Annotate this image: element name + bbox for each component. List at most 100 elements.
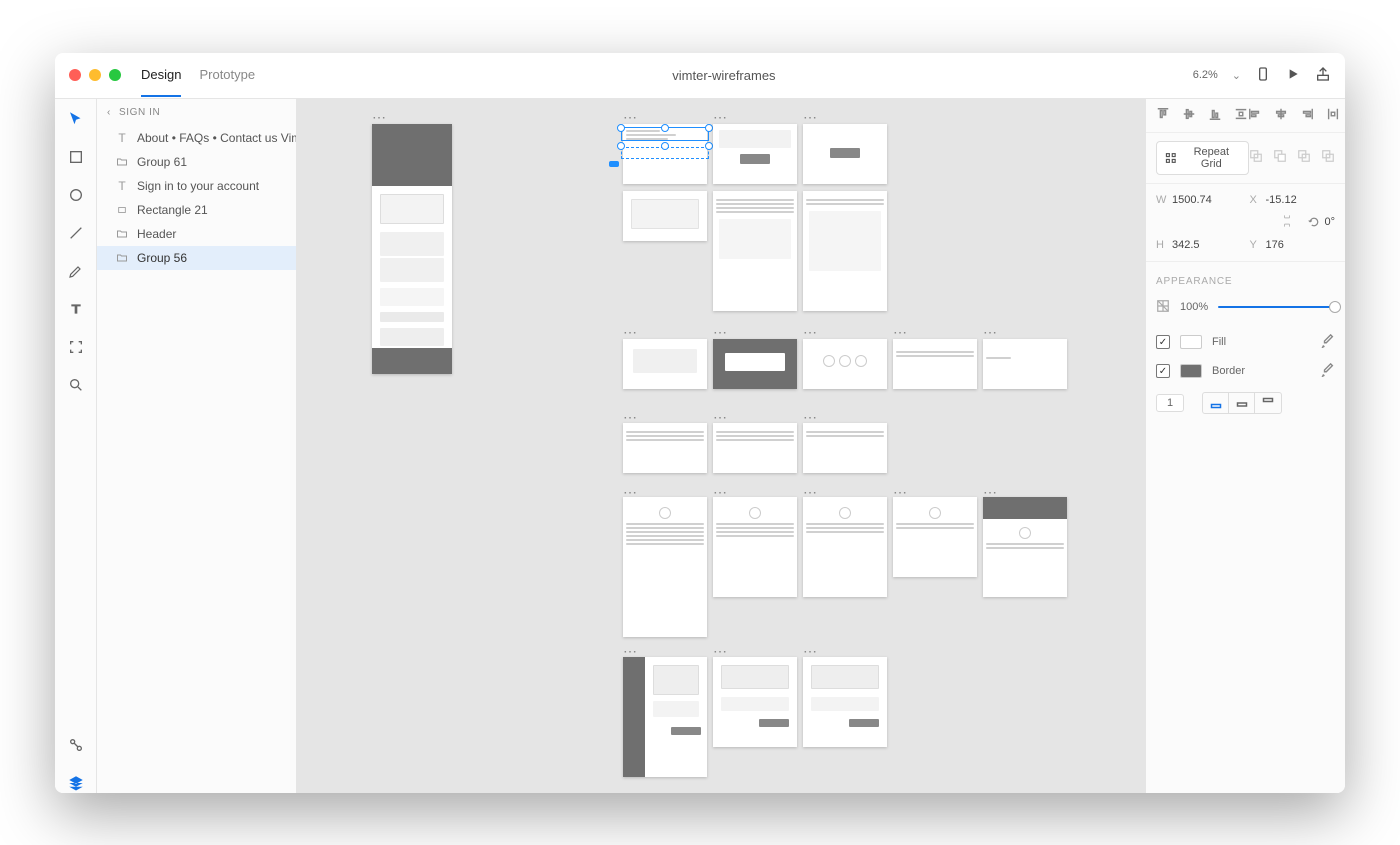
layers-panel-icon[interactable] [66,773,86,793]
align-vcenter-icon[interactable] [1182,107,1196,124]
align-bottom-icon[interactable] [1208,107,1222,124]
device-preview-icon[interactable] [1255,66,1271,85]
layer-item-selected[interactable]: Group 56 [97,246,296,270]
repeat-grid-button[interactable]: Repeat Grid [1156,141,1249,175]
artboard[interactable] [623,423,707,473]
selection-handle[interactable] [661,142,669,150]
layer-label: Group 56 [137,251,187,265]
layer-item[interactable]: Header [97,222,296,246]
select-tool-icon[interactable] [66,109,86,129]
align-hcenter-icon[interactable] [1274,107,1288,124]
zoom-dropdown-icon[interactable]: ⌄ [1232,69,1241,82]
artboard-tool-icon[interactable] [66,337,86,357]
canvas[interactable]: ⋯ ⋯ [297,99,1145,793]
artboard[interactable] [623,191,707,241]
selection-handle[interactable] [705,124,713,132]
opacity-slider[interactable] [1218,306,1335,308]
distribute-h-icon[interactable] [1326,107,1340,124]
close-window-button[interactable] [69,69,81,81]
eyedropper-icon[interactable] [1321,363,1335,380]
artboard[interactable] [623,657,707,777]
share-icon[interactable] [1315,66,1331,85]
width-field[interactable]: W1500.74 [1156,194,1242,206]
lock-aspect-icon[interactable] [1282,214,1292,231]
align-left-icon[interactable] [1248,107,1262,124]
stroke-width-input[interactable]: 1 [1156,394,1184,412]
boolean-exclude-icon[interactable] [1321,149,1335,166]
artboard[interactable] [803,124,887,184]
minimize-window-button[interactable] [89,69,101,81]
eyedropper-icon[interactable] [1321,334,1335,351]
artboard[interactable] [372,124,452,374]
pen-tool-icon[interactable] [66,261,86,281]
align-right-icon[interactable] [1300,107,1314,124]
zoom-level[interactable]: 6.2% [1193,69,1218,81]
x-field[interactable]: X-15.12 [1250,194,1336,206]
document-title: vimter-wireframes [265,68,1183,83]
layer-item[interactable]: Group 61 [97,150,296,174]
border-checkbox[interactable] [1156,364,1170,378]
artboard[interactable] [803,423,887,473]
artboard[interactable] [803,191,887,311]
layer-item[interactable]: T About • FAQs • Contact us Vimt... [97,126,296,150]
artboard[interactable] [713,124,797,184]
opacity-value[interactable]: 100% [1180,301,1208,313]
stroke-inner-icon[interactable] [1203,393,1229,413]
text-tool-icon[interactable] [66,299,86,319]
selection-handle[interactable] [617,124,625,132]
selection-handle[interactable] [617,142,625,150]
layers-breadcrumb[interactable]: ‹ SIGN IN [97,99,296,126]
artboard[interactable] [713,423,797,473]
artboard[interactable] [623,497,707,637]
artboard[interactable] [713,191,797,311]
artboard[interactable] [713,497,797,597]
text-layer-icon: T [115,179,129,193]
boolean-union-icon[interactable] [1249,149,1263,166]
layer-item[interactable]: T Sign in to your account [97,174,296,198]
rectangle-tool-icon[interactable] [66,147,86,167]
align-top-icon[interactable] [1156,107,1170,124]
y-field[interactable]: Y176 [1250,239,1336,251]
appearance-heading: APPEARANCE [1146,262,1345,293]
inspector-panel: Repeat Grid W1500.74 X-15.12 [1145,99,1345,793]
artboard[interactable] [893,339,977,389]
border-label: Border [1212,365,1245,377]
artboard[interactable] [803,497,887,597]
selection-handle[interactable] [705,142,713,150]
distribute-v-icon[interactable] [1234,107,1248,124]
layer-label: About • FAQs • Contact us Vimt... [137,131,296,145]
artboard[interactable] [893,497,977,577]
height-field[interactable]: H342.5 [1156,239,1242,251]
artboard[interactable] [983,497,1067,597]
rotate-icon[interactable]: 0° [1308,216,1335,228]
stroke-center-icon[interactable] [1229,393,1255,413]
stroke-outer-icon[interactable] [1255,393,1281,413]
border-swatch[interactable] [1180,364,1202,378]
fill-checkbox[interactable] [1156,335,1170,349]
tab-prototype[interactable]: Prototype [199,67,255,97]
fill-swatch[interactable] [1180,335,1202,349]
boolean-intersect-icon[interactable] [1297,149,1311,166]
boolean-subtract-icon[interactable] [1273,149,1287,166]
zoom-tool-icon[interactable] [66,375,86,395]
tab-design[interactable]: Design [141,67,181,97]
assets-panel-icon[interactable] [66,735,86,755]
layer-item[interactable]: Rectangle 21 [97,198,296,222]
back-chevron-icon[interactable]: ‹ [107,107,111,118]
artboard[interactable] [803,657,887,747]
artboard[interactable] [713,339,797,389]
artboard[interactable] [713,657,797,747]
line-tool-icon[interactable] [66,223,86,243]
fill-label: Fill [1212,336,1226,348]
zoom-window-button[interactable] [109,69,121,81]
tool-sidebar [55,99,97,793]
selection-handle[interactable] [661,124,669,132]
layer-label: Group 61 [137,155,187,169]
artboard[interactable] [983,339,1067,389]
play-preview-icon[interactable] [1285,66,1301,85]
artboard[interactable] [623,339,707,389]
window-controls [69,69,121,81]
artboard[interactable] [803,339,887,389]
ellipse-tool-icon[interactable] [66,185,86,205]
rect-layer-icon [115,205,129,215]
